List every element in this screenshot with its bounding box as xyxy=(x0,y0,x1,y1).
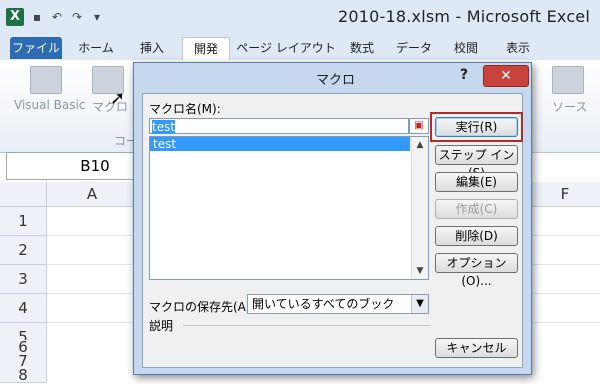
tab-data[interactable]: データ xyxy=(394,37,434,59)
edit-button[interactable]: 編集(E) xyxy=(435,172,518,192)
tab-file[interactable]: ファイル xyxy=(10,37,62,59)
row-header-2[interactable]: 2 xyxy=(0,236,47,265)
column-header-a[interactable]: A xyxy=(47,182,138,207)
row-header-3[interactable]: 3 xyxy=(0,265,47,294)
mouse-cursor-icon: ➚ xyxy=(110,88,126,109)
column-header-f[interactable]: F xyxy=(530,182,600,207)
quick-access-toolbar: X ▪ ↶ ↷ ▾ xyxy=(6,8,104,26)
run-button[interactable]: 実行(R) xyxy=(435,117,518,137)
macro-name-label: マクロ名(M): xyxy=(149,102,221,116)
undo-icon[interactable]: ↶ xyxy=(50,10,64,24)
row-header-1[interactable]: 1 xyxy=(0,207,47,236)
source-button[interactable]: ソース xyxy=(552,98,587,115)
scroll-down-icon[interactable]: ▼ xyxy=(412,263,428,279)
tab-developer[interactable]: 開発 xyxy=(182,37,230,60)
dialog-title-bar[interactable]: マクロ ? ✕ xyxy=(134,63,531,91)
dialog-title: マクロ xyxy=(316,73,356,88)
source-icon xyxy=(552,66,584,94)
row-header-4[interactable]: 4 xyxy=(0,294,47,323)
save-icon[interactable]: ▪ xyxy=(30,10,44,24)
window-title-bar: X ▪ ↶ ↷ ▾ 2010-18.xlsm - Microsoft Excel xyxy=(0,0,600,35)
tab-home[interactable]: ホーム xyxy=(72,37,120,59)
redo-icon[interactable]: ↷ xyxy=(70,10,84,24)
visual-basic-icon xyxy=(30,66,62,94)
chevron-down-icon[interactable]: ▼ xyxy=(411,295,428,313)
create-button: 作成(C) xyxy=(435,199,518,219)
row-header-8[interactable]: 8 xyxy=(0,368,47,383)
visual-basic-button[interactable]: Visual Basic xyxy=(14,98,85,112)
customize-qat-icon[interactable]: ▾ xyxy=(90,10,104,24)
select-all-corner[interactable] xyxy=(0,182,47,207)
dialog-body: マクロ名(M): test ▣ test ▲ ▼ マクロの保存先(A): 開いて… xyxy=(142,93,523,368)
location-value: 開いているすべてのブック xyxy=(252,297,395,311)
description-label: 説明 xyxy=(149,319,174,333)
window-title: 2010-18.xlsm - Microsoft Excel xyxy=(338,7,590,26)
divider xyxy=(183,325,431,326)
options-button[interactable]: オプション(O)... xyxy=(435,253,518,288)
help-button[interactable]: ? xyxy=(460,67,468,83)
scroll-up-icon[interactable]: ▲ xyxy=(412,137,428,153)
ribbon-tabs: ファイル ホーム 挿入 開発 ページ レイアウト 数式 データ 校閲 表示 xyxy=(0,34,600,60)
range-select-icon[interactable]: ▣ xyxy=(409,118,429,134)
list-scrollbar[interactable]: ▲ ▼ xyxy=(411,137,428,279)
close-button[interactable]: ✕ xyxy=(483,65,529,87)
tab-page-layout[interactable]: ページ レイアウト xyxy=(236,37,336,59)
location-select[interactable]: 開いているすべてのブック ▼ xyxy=(247,294,429,314)
macro-name-value: test xyxy=(152,120,176,134)
step-into-button[interactable]: ステップ イン(S) xyxy=(435,145,518,180)
cancel-button[interactable]: キャンセル xyxy=(435,338,518,358)
excel-app-icon[interactable]: X xyxy=(6,8,24,26)
tab-view[interactable]: 表示 xyxy=(498,37,538,59)
macro-dialog: マクロ ? ✕ マクロ名(M): test ▣ test ▲ ▼ マクロの保存先… xyxy=(133,62,532,375)
delete-button[interactable]: 削除(D) xyxy=(435,226,518,246)
list-item[interactable]: test xyxy=(150,137,410,151)
macro-list[interactable]: test ▲ ▼ xyxy=(149,136,429,280)
tab-review[interactable]: 校閲 xyxy=(446,37,486,59)
tab-formulas[interactable]: 数式 xyxy=(342,37,382,59)
macro-name-input[interactable]: test xyxy=(149,118,409,134)
location-label: マクロの保存先(A): xyxy=(149,300,255,314)
tab-insert[interactable]: 挿入 xyxy=(130,37,174,59)
